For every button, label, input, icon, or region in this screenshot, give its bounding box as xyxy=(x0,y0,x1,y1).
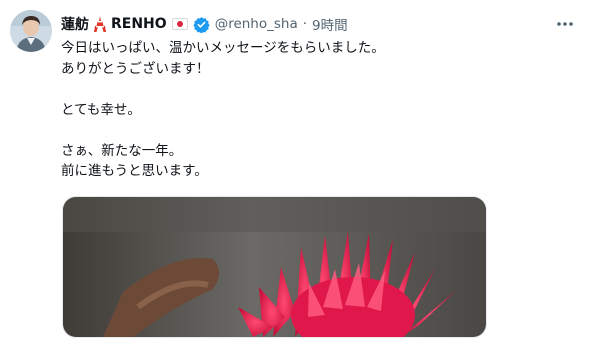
text-line-blank xyxy=(61,79,561,100)
name-suffix[interactable]: RENHO xyxy=(111,16,167,32)
tweet-text: 今日はいっぱい、温かいメッセージをもらいました。 ありがとうございます！ とても… xyxy=(61,38,561,182)
display-name[interactable]: 蓮舫 xyxy=(61,14,89,34)
timestamp[interactable]: 9時間 xyxy=(312,14,348,34)
text-line: とても幸せ。 xyxy=(61,101,141,118)
tokyo-tower-icon xyxy=(94,16,106,32)
more-options-icon[interactable] xyxy=(553,12,577,36)
handle[interactable]: @renho_sha xyxy=(215,16,298,32)
text-line: 前に進もうと思います。 xyxy=(61,163,208,179)
tweet[interactable]: 蓮舫 RENHO @renho_sha · 9時間 今日はいっぱい、温かいメッセ… xyxy=(0,0,591,338)
verified-badge-icon[interactable] xyxy=(192,16,210,33)
text-line: さぁ、新たな一年。 xyxy=(61,142,183,159)
separator-dot: · xyxy=(302,16,308,32)
text-line: 今日はいっぱい、温かいメッセージをもらいました。 xyxy=(61,40,385,56)
text-line-blank xyxy=(61,120,561,141)
text-line: ありがとうございます！ xyxy=(61,60,210,77)
avatar[interactable] xyxy=(10,10,52,52)
tweet-header: 蓮舫 RENHO @renho_sha · 9時間 xyxy=(61,12,579,36)
tweet-photo[interactable] xyxy=(62,196,487,338)
japan-flag-icon xyxy=(171,18,188,30)
